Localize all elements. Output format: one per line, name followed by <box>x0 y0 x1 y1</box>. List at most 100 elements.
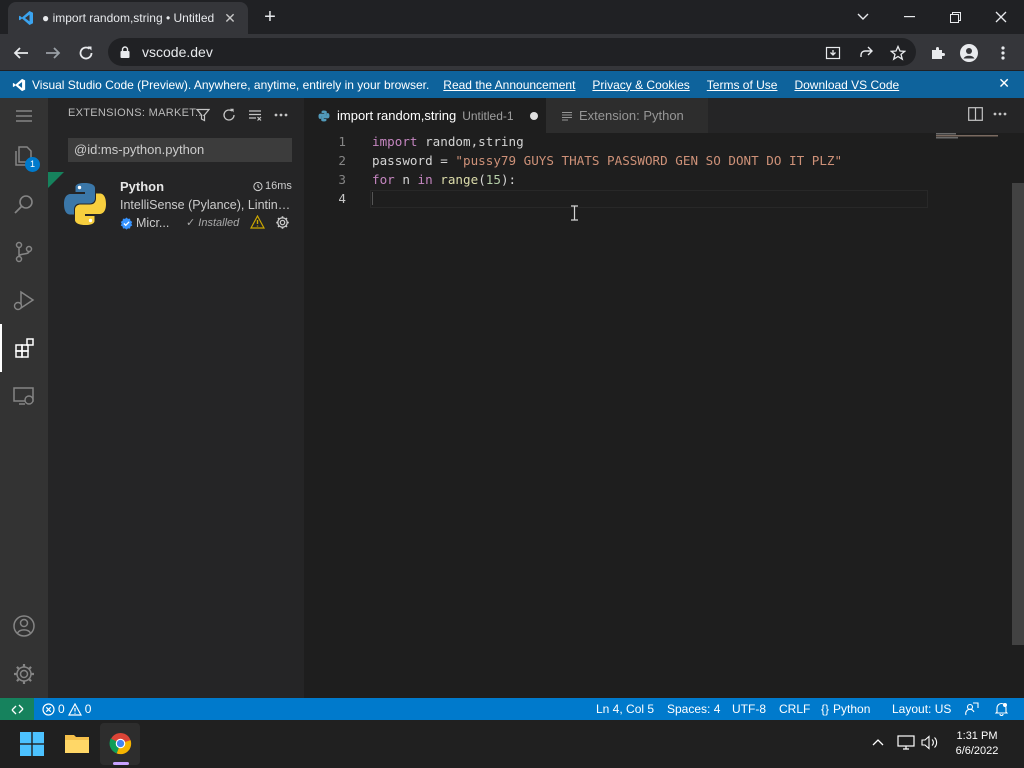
warning-status-icon <box>67 702 82 716</box>
clock-date: 6/6/2022 <box>955 745 999 757</box>
vscode-favicon-icon <box>18 10 34 26</box>
explorer-icon[interactable] <box>0 132 48 180</box>
banner-link-privacy[interactable]: Privacy & Cookies <box>592 78 689 92</box>
error-icon <box>42 702 55 716</box>
extensions-puzzle-icon[interactable] <box>927 42 949 64</box>
windows-taskbar <box>0 720 1024 768</box>
install-app-icon[interactable] <box>822 42 844 64</box>
tab-close-icon[interactable]: ✕ <box>222 10 238 27</box>
line-ending[interactable]: CRLF <box>779 702 810 716</box>
volume-icon[interactable] <box>921 735 939 750</box>
code-line-2: password = "pussy79 GUYS THATS PASSWORD … <box>372 153 843 168</box>
cursor-position[interactable]: Ln 4, Col 5 <box>596 702 654 716</box>
code-line-1: import random,string <box>372 134 524 149</box>
extension-name: Python <box>120 179 165 194</box>
new-tab-button[interactable]: + <box>258 6 282 30</box>
refresh-icon[interactable] <box>220 106 238 124</box>
notifications-bell-icon[interactable] <box>995 702 1008 716</box>
python-logo-icon <box>62 181 108 227</box>
share-icon[interactable] <box>855 42 877 64</box>
address-bar[interactable]: vscode.dev <box>108 38 916 66</box>
history-icon <box>253 181 263 191</box>
browser-menu-icon[interactable] <box>992 42 1014 64</box>
extensions-icon[interactable] <box>0 324 48 372</box>
accounts-icon[interactable] <box>0 602 48 650</box>
line-number: 3 <box>338 172 346 187</box>
clear-results-icon[interactable] <box>246 106 264 124</box>
restore-button[interactable] <box>932 0 978 34</box>
tab-extension-python[interactable]: Extension: Python <box>546 98 708 133</box>
code-editor[interactable] <box>304 133 1024 698</box>
line-number: 2 <box>338 153 346 168</box>
extensions-search-input[interactable]: @id:ms-python.python <box>68 138 292 162</box>
manage-gear-icon[interactable] <box>275 215 290 230</box>
extension-description: IntelliSense (Pylance), Linting, Debuggi… <box>120 198 296 212</box>
tab-untitled-1[interactable]: import random,string Untitled-1 <box>304 98 546 133</box>
explorer-badge: 1 <box>25 157 40 172</box>
clock-time: 1:31 PM <box>956 730 998 742</box>
remote-indicator[interactable] <box>0 698 34 720</box>
sidebar-title: EXTENSIONS: MARKET... <box>68 107 206 119</box>
windows-start-icon[interactable] <box>20 732 44 756</box>
minimap[interactable] <box>936 133 1000 139</box>
line-number: 1 <box>338 134 346 149</box>
chrome-icon <box>109 732 132 755</box>
status-bar <box>0 698 1024 720</box>
text-cursor-icon <box>570 205 579 221</box>
forward-icon[interactable] <box>42 42 64 64</box>
filter-icon[interactable] <box>194 106 212 124</box>
minimize-button[interactable] <box>886 0 932 34</box>
url-text: vscode.dev <box>142 44 213 60</box>
system-clock[interactable]: 1:31 PM 6/6/2022 <box>944 729 1010 759</box>
extension-publisher: Micr... <box>120 216 169 230</box>
activation-time: 16ms <box>252 180 292 192</box>
verified-badge-icon <box>120 216 133 230</box>
back-icon[interactable] <box>10 42 32 64</box>
vertical-scrollbar[interactable] <box>1012 183 1024 645</box>
banner-link-terms[interactable]: Terms of Use <box>707 78 778 92</box>
remote-icon <box>11 704 23 714</box>
tray-chevron-icon[interactable] <box>872 738 884 746</box>
editor-more-icon[interactable] <box>993 112 1007 116</box>
publisher-name: Micr... <box>136 216 170 230</box>
file-explorer-icon[interactable] <box>64 732 90 754</box>
banner-link-announcement[interactable]: Read the Announcement <box>443 78 575 92</box>
settings-gear-icon[interactable] <box>0 650 48 698</box>
preview-banner: Visual Studio Code (Preview). Anywhere, … <box>0 71 1024 98</box>
python-file-icon <box>318 110 330 122</box>
feedback-icon[interactable] <box>965 702 979 716</box>
browser-tab[interactable]: ● import random,string • Untitled ✕ <box>8 2 248 34</box>
banner-close-icon[interactable]: ✕ <box>998 75 1010 92</box>
more-actions-icon[interactable] <box>272 106 290 124</box>
encoding[interactable]: UTF-8 <box>732 702 766 716</box>
banner-link-download[interactable]: Download VS Code <box>794 78 899 92</box>
warning-icon[interactable] <box>250 215 265 229</box>
reload-icon[interactable] <box>75 42 97 64</box>
braces-icon: {} <box>821 702 830 716</box>
tab-title: import random,string <box>337 108 457 123</box>
unsaved-dot-icon[interactable] <box>530 111 538 120</box>
language-mode[interactable]: {} Python <box>821 702 870 716</box>
search-icon[interactable] <box>0 180 48 228</box>
preview-lines-icon <box>562 111 572 121</box>
tab-subtitle: Untitled-1 <box>462 108 514 123</box>
run-debug-icon[interactable] <box>0 276 48 324</box>
remote-explorer-icon[interactable] <box>0 372 48 420</box>
tab-title: Extension: Python <box>579 108 684 123</box>
line-number-active: 4 <box>338 191 346 206</box>
current-line-highlight <box>370 190 928 208</box>
split-editor-icon[interactable] <box>968 107 983 121</box>
indentation[interactable]: Spaces: 4 <box>667 702 720 716</box>
browser-tab-title: ● import random,string • Untitled <box>42 11 215 25</box>
bookmark-star-icon[interactable] <box>887 42 909 64</box>
tab-search-icon[interactable] <box>840 0 886 34</box>
close-window-button[interactable] <box>978 0 1024 34</box>
source-control-icon[interactable] <box>0 228 48 276</box>
active-app-indicator <box>113 762 129 765</box>
profile-avatar-icon[interactable] <box>958 42 980 64</box>
problems-indicator[interactable]: 0 0 <box>42 702 91 716</box>
keyboard-layout[interactable]: Layout: US <box>892 702 951 716</box>
network-icon[interactable] <box>897 735 915 750</box>
activation-time-text: 16ms <box>265 180 292 192</box>
lock-icon <box>120 46 130 58</box>
